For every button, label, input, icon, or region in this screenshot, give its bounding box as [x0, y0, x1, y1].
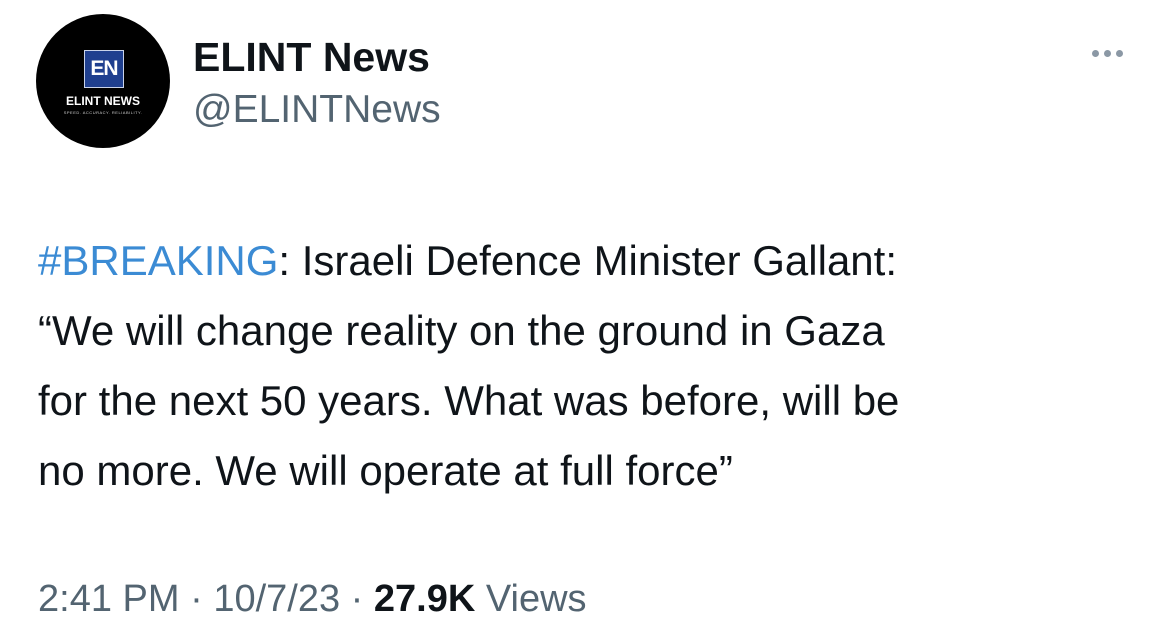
- tweet-line: “We will change reality on the ground in…: [38, 307, 885, 354]
- tweet-date[interactable]: 10/7/23: [213, 578, 340, 620]
- avatar[interactable]: EN ELINT NEWS SPEED. ACCURACY. RELIABILI…: [36, 14, 170, 148]
- meta-separator: ·: [179, 578, 214, 620]
- author-display-name[interactable]: ELINT News: [193, 34, 430, 81]
- tweet-text: #BREAKING: Israeli Defence Minister Gall…: [38, 226, 1138, 506]
- logo-text: ELINT NEWS: [66, 94, 140, 108]
- tweet-line: no more. We will operate at full force”: [38, 447, 733, 494]
- hashtag-link[interactable]: #BREAKING: [38, 237, 278, 284]
- tweet-line: for the next 50 years. What was before, …: [38, 377, 900, 424]
- author-handle[interactable]: @ELINTNews: [193, 88, 441, 132]
- more-horizontal-icon: [1091, 49, 1099, 57]
- tweet-line-text: : Israeli Defence Minister Gallant:: [278, 237, 897, 284]
- meta-separator: ·: [340, 578, 374, 620]
- more-horizontal-icon: [1103, 49, 1111, 57]
- tweet-time[interactable]: 2:41 PM: [38, 578, 180, 620]
- more-horizontal-icon: [1115, 49, 1123, 57]
- tweet-meta: 2:41 PM · 10/7/23 · 27.9K Views: [38, 578, 587, 621]
- logo-initials: EN: [84, 50, 124, 88]
- views-count: 27.9K: [373, 578, 476, 620]
- more-options-button[interactable]: [1082, 38, 1132, 68]
- logo-tagline: SPEED. ACCURACY. RELIABILITY.: [63, 110, 143, 115]
- views-label[interactable]: Views: [486, 578, 587, 620]
- tweet-line: #BREAKING: Israeli Defence Minister Gall…: [38, 226, 1138, 296]
